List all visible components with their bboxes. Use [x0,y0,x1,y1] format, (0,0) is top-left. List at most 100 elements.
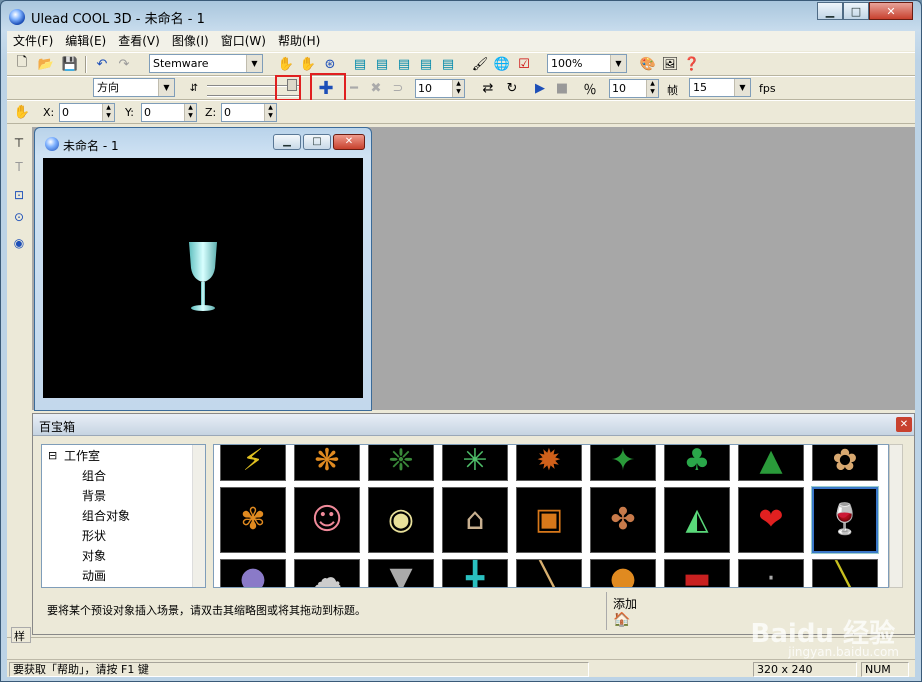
title-bar[interactable]: Ulead COOL 3D - 未命名 - 1 ▁ □ ✕ [1,1,921,31]
spinner-arrows-icon[interactable]: ▲ ▼ [646,80,658,97]
chevron-down-icon[interactable]: ▼ [610,55,626,72]
thumb-row3-8[interactable]: · [738,559,804,587]
text-tool-icon[interactable]: ⊤ [9,133,29,153]
thumb-heart-arrow[interactable]: ❤ [738,487,804,553]
bevel5-icon[interactable]: ▤ [437,54,459,74]
rotate-object-icon[interactable]: ✋ [275,54,297,74]
percent-icon[interactable]: ％ [579,78,601,98]
x-spinner[interactable]: 0 ▲ ▼ [59,103,115,122]
thumb-puzzle[interactable]: ✤ [590,487,656,553]
stop-icon[interactable]: ■ [551,78,573,98]
thumb-row3-6[interactable]: ● [590,559,656,587]
thumb-row3-4[interactable]: ╋ [442,559,508,587]
menu-edit[interactable]: 编辑(E) [59,31,112,51]
thumb-animal[interactable]: ✿ [812,445,878,481]
document-icon[interactable] [45,137,59,151]
spinner-arrows-icon[interactable]: ▲ ▼ [102,104,114,121]
thumb-tree[interactable]: ▲ [738,445,804,481]
tree-item-studio[interactable]: 工作室 [64,447,100,465]
thumb-leaf-autumn[interactable]: ❋ [294,445,360,481]
close-button[interactable]: ✕ [869,2,913,20]
thumb-holly[interactable]: ✦ [590,445,656,481]
wine-glass-object[interactable] [183,240,223,316]
tree-item-composition[interactable]: 组合 [82,467,106,485]
tree-item-animation[interactable]: 动画 [82,567,106,585]
thumb-disc[interactable]: ◉ [368,487,434,553]
category-tree[interactable]: ⊟ 工作室 组合 背景 组合对象 形状 对象 动画 [41,444,206,588]
edit-text-icon[interactable]: T [9,157,29,177]
thumb-row3-3[interactable]: ▼ [368,559,434,587]
thumb-maple-leaf[interactable]: ✹ [516,445,582,481]
open-folder-icon[interactable]: 📂 [35,54,57,74]
spinner-arrows-icon[interactable]: ▲ ▼ [452,80,464,97]
doc-maximize-button[interactable]: □ [303,134,331,150]
bevel3-icon[interactable]: ▤ [393,54,415,74]
insert-object-icon[interactable]: ⊡ [9,185,29,205]
doc-minimize-button[interactable]: ▁ [273,134,301,150]
save-icon[interactable]: 💾 [59,54,81,74]
frames-select[interactable]: 15 ▼ [689,78,751,97]
undo-icon[interactable]: ↶ [91,54,113,74]
check-icon[interactable]: ☑ [513,54,535,74]
tree-expand-icon[interactable]: ⊟ [48,447,57,465]
select-object-icon[interactable]: ⊙ [9,207,29,227]
thumbnail-scrollbar[interactable] [889,444,903,588]
minimize-button[interactable]: ▁ [817,2,843,20]
play-icon[interactable]: ▶ [529,78,551,98]
geometry-icon[interactable]: ◉ [9,233,29,253]
thumb-row3-1[interactable]: ● [220,559,286,587]
palette-close-icon[interactable]: ✕ [896,417,912,432]
bevel-icon[interactable]: ▤ [349,54,371,74]
thumb-clover[interactable]: ♣ [664,445,730,481]
chevron-down-icon[interactable]: ▼ [246,55,262,72]
attribute-select[interactable]: 方向 ▼ [93,78,175,97]
menu-help[interactable]: 帮助(H) [272,31,326,51]
menu-view[interactable]: 查看(V) [112,31,166,51]
style-tab[interactable]: 样 [11,627,31,643]
font-select[interactable]: Stemware ▼ [149,54,263,73]
spinner-arrows-icon[interactable]: ▲ ▼ [184,104,196,121]
thumb-row3-9[interactable]: ╲ [812,559,878,587]
thumb-cat-face[interactable]: ☺ [294,487,360,553]
new-file-icon[interactable]: 🗋 [11,54,33,74]
tree-item-object-group[interactable]: 组合对象 [82,507,130,525]
zoom-select[interactable]: 100% ▼ [547,54,627,73]
app-icon[interactable] [9,9,25,25]
render-canvas[interactable] [43,158,363,398]
repeat-icon[interactable]: ↻ [501,78,523,98]
doc-close-button[interactable]: ✕ [333,134,365,150]
split-keyframe-icon[interactable]: ✖ [365,78,387,98]
thumb-palm-leaf[interactable]: ✳ [442,445,508,481]
thumb-leaf-green[interactable]: ❈ [368,445,434,481]
thumb-lightning[interactable]: ⚡ [220,445,286,481]
chevron-down-icon[interactable]: ▼ [158,79,174,96]
resize-object-icon[interactable]: ⊛ [319,54,341,74]
loop-icon[interactable]: ⇄ [477,78,499,98]
globe-icon[interactable]: 🌐 [491,54,513,74]
thumb-butterfly[interactable]: ✾ [220,487,286,553]
bevel4-icon[interactable]: ▤ [415,54,437,74]
chevron-down-icon[interactable]: ▼ [734,79,750,96]
tree-item-background[interactable]: 背景 [82,487,106,505]
context-help-icon[interactable]: ❓ [681,54,703,74]
reverse-icon[interactable]: ⊃ [387,78,409,98]
thumb-row3-5[interactable]: ╲ [516,559,582,587]
thumb-stemware-selected[interactable]: 🍷 [812,487,878,553]
remove-keyframe-icon[interactable]: ━ [343,78,365,98]
spinner-arrows-icon[interactable]: ▲ ▼ [264,104,276,121]
thumb-row3-2[interactable]: ☁ [294,559,360,587]
move-tool-icon[interactable]: ✋ [11,102,33,122]
bevel2-icon[interactable]: ▤ [371,54,393,74]
menu-window[interactable]: 窗口(W) [215,31,272,51]
frame-spinner[interactable]: 10 ▲ ▼ [415,79,465,98]
thumb-sail[interactable]: ◭ [664,487,730,553]
tree-item-shape[interactable]: 形状 [82,527,106,545]
menu-file[interactable]: 文件(F) [7,31,59,51]
keyframe-arrows-icon[interactable]: ⇵ [183,78,205,98]
tree-item-object[interactable]: 对象 [82,547,106,565]
menu-image[interactable]: 图像(I) [166,31,215,51]
render-icon[interactable]: 🎨 [637,54,659,74]
frame-number-spinner[interactable]: 10 ▲ ▼ [609,79,659,98]
light-icon[interactable]: 🖌 [469,54,491,74]
z-spinner[interactable]: 0 ▲ ▼ [221,103,277,122]
